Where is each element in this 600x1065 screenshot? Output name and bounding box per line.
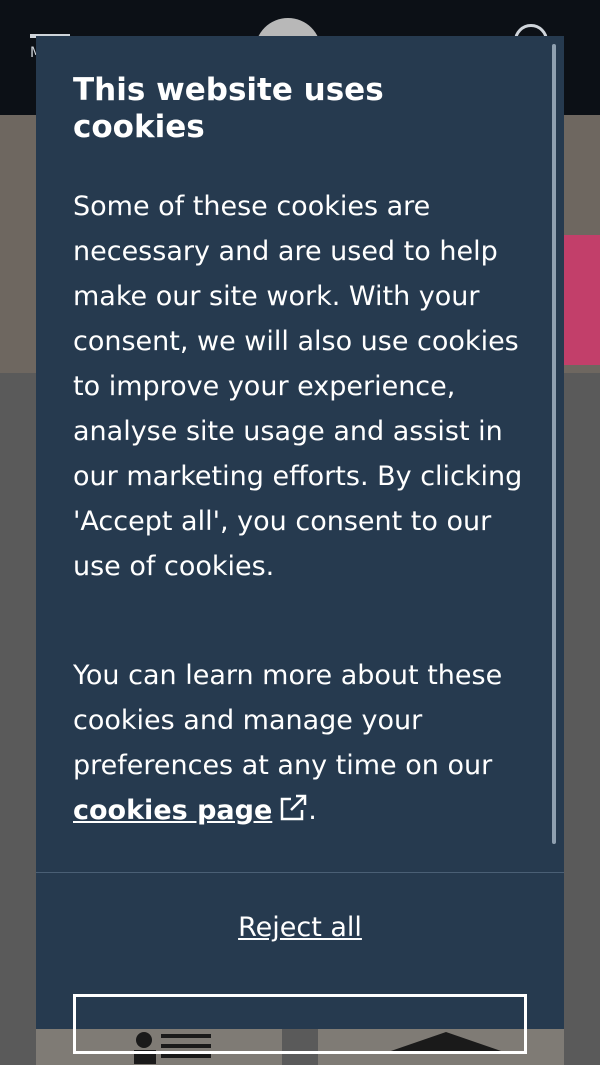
scrollbar[interactable] xyxy=(552,44,556,844)
reject-all-button[interactable]: Reject all xyxy=(36,912,564,943)
cookies-page-link[interactable]: cookies page xyxy=(73,794,308,826)
manage-text-prefix: You can learn more about these cookies a… xyxy=(73,660,503,781)
hero-figure xyxy=(560,235,600,365)
cookie-description: Some of these cookies are necessary and … xyxy=(73,191,523,582)
cookie-manage-text: You can learn more about these cookies a… xyxy=(73,653,533,833)
cookie-consent-dialog: This website uses cookies Some of these … xyxy=(36,36,564,1054)
dialog-title: This website uses cookies xyxy=(73,72,384,145)
manage-text-suffix: . xyxy=(308,795,317,826)
accept-all-button[interactable] xyxy=(73,994,527,1054)
cookies-page-link-label: cookies page xyxy=(73,795,273,826)
cookie-dialog-content[interactable]: This website uses cookies Some of these … xyxy=(36,36,564,872)
external-link-icon xyxy=(281,794,307,821)
divider xyxy=(36,872,564,873)
